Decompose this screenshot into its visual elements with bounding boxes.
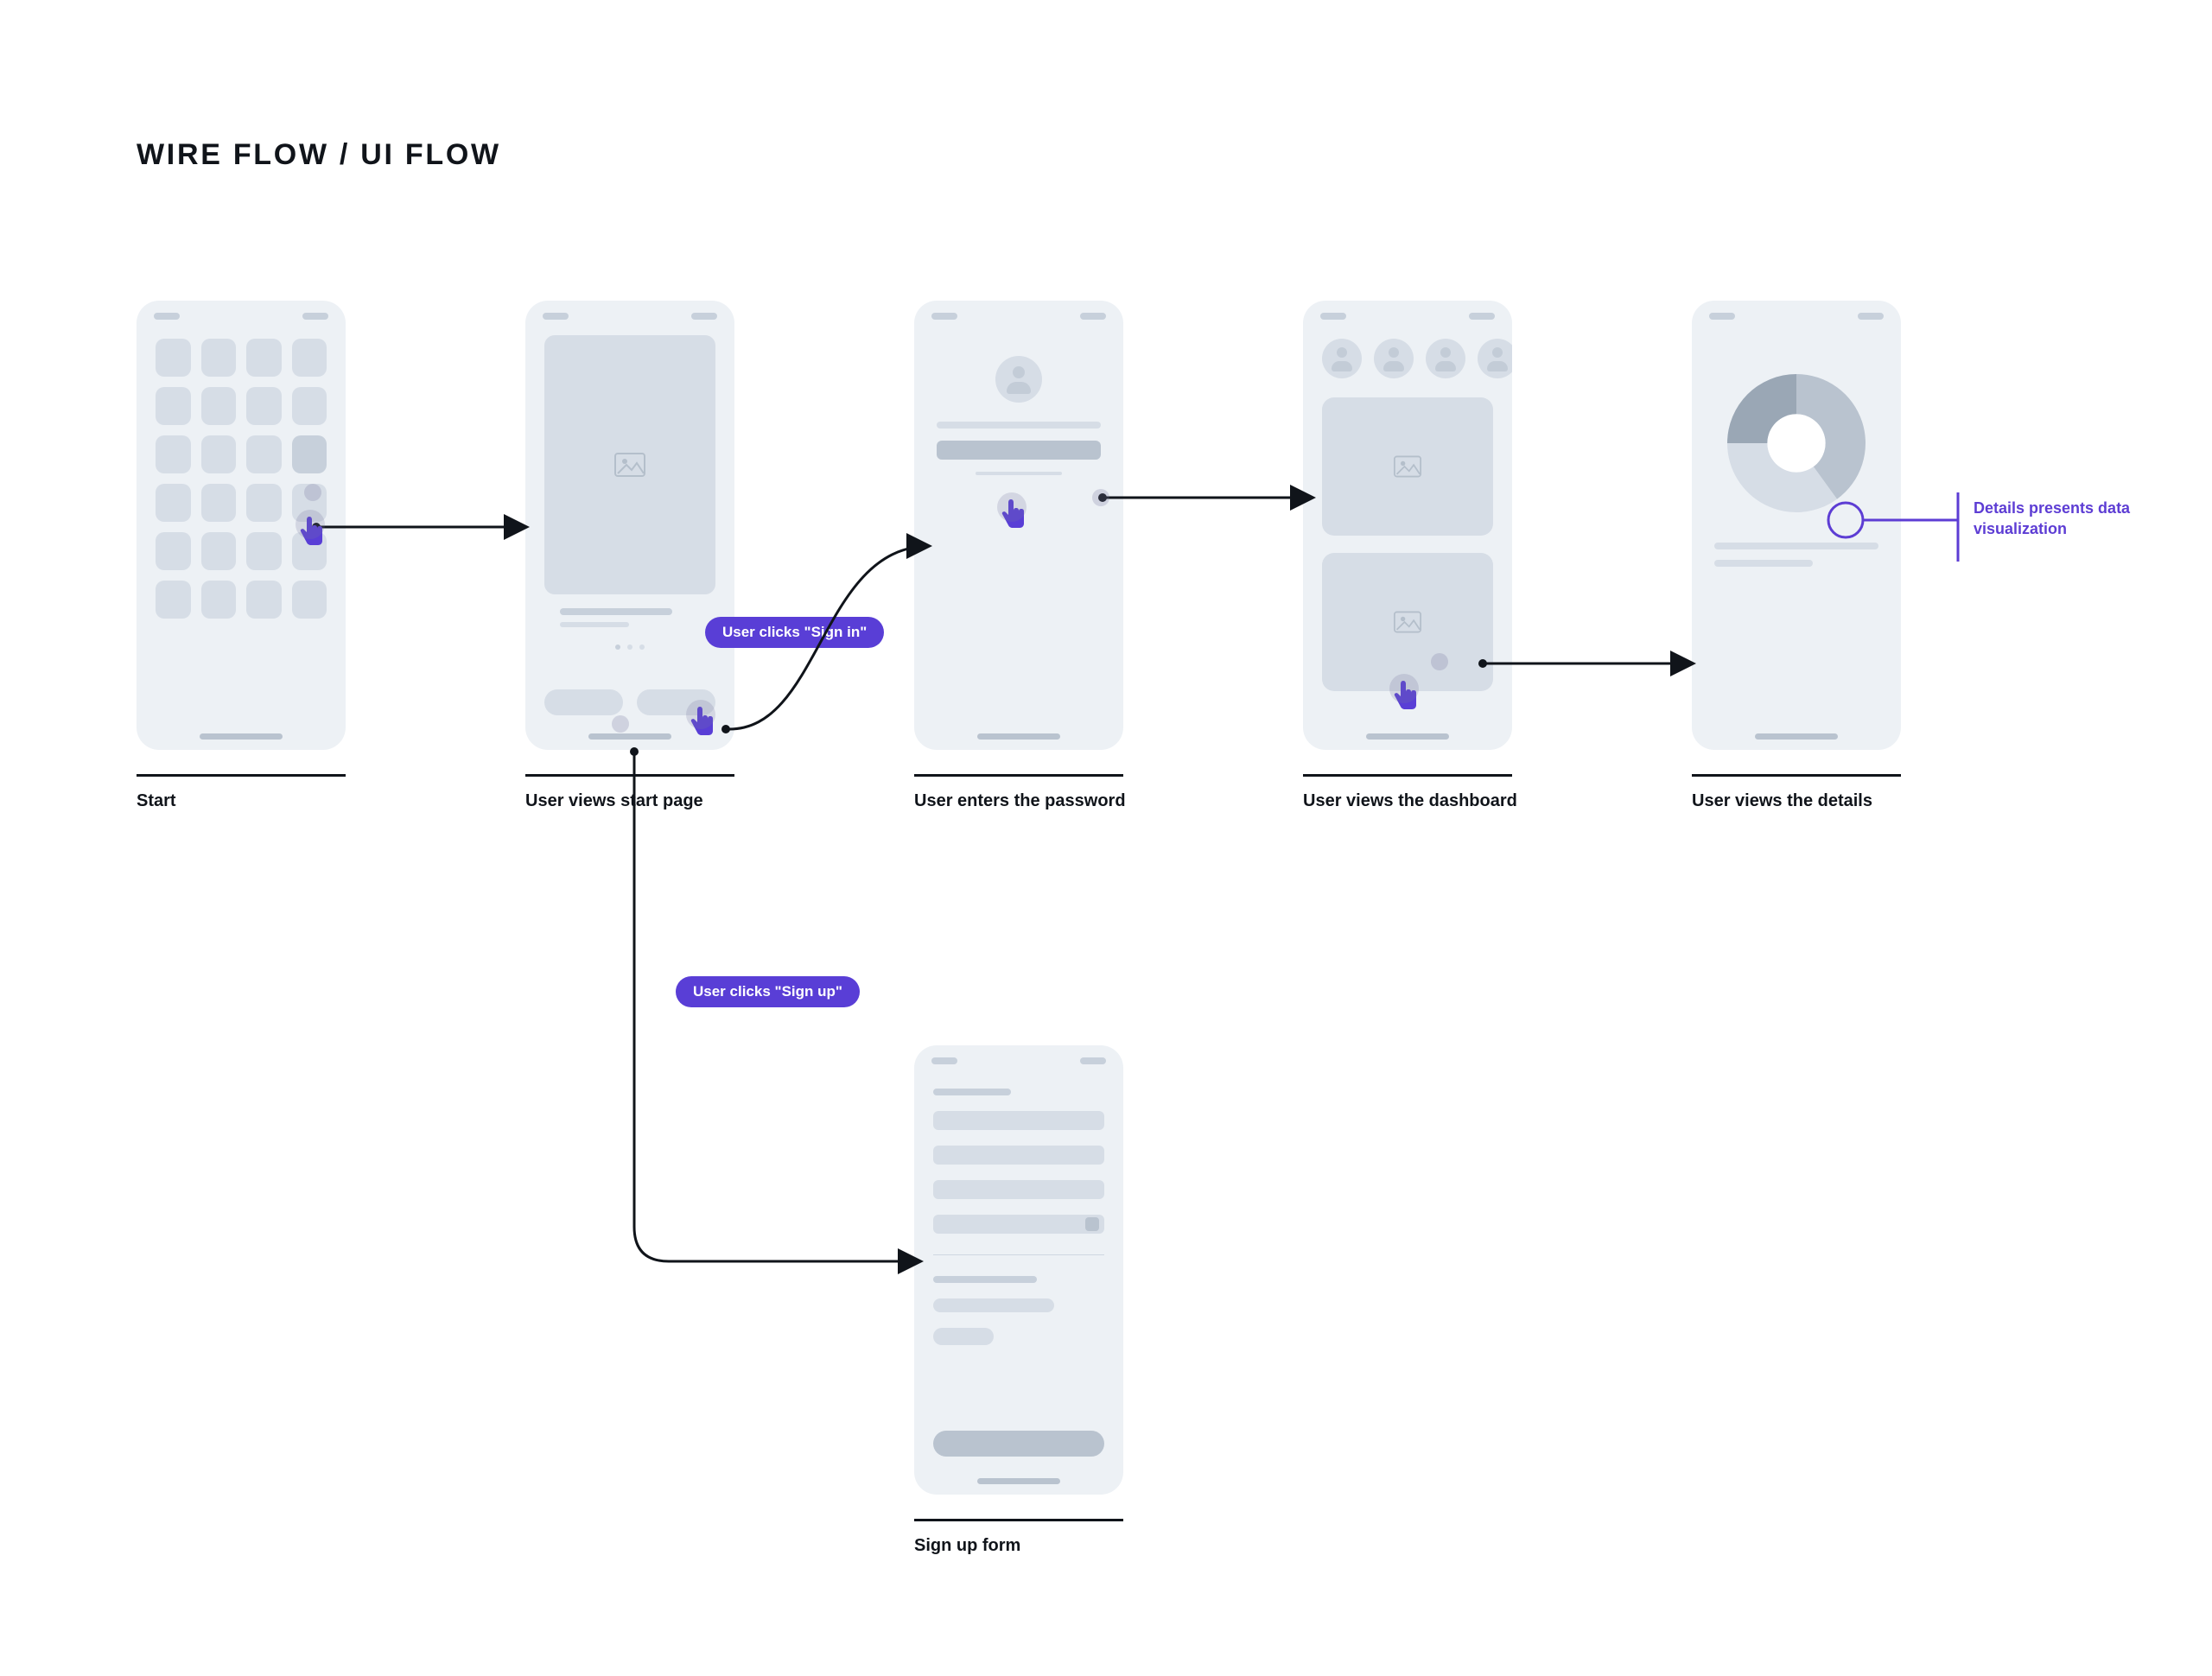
form-chip[interactable] [933,1328,994,1345]
status-bar-left-icon [154,313,180,320]
app-icon[interactable] [292,339,327,377]
app-icon[interactable] [201,484,237,522]
arrow-dashboard-to-details [1478,646,1702,681]
donut-hole [1767,414,1825,472]
app-icon[interactable] [156,435,191,473]
arrow-signup-to-form [622,743,933,1287]
tap-gesture-icon [994,494,1042,543]
hero-text-placeholder [560,608,700,627]
image-icon [1394,611,1421,633]
helper-text-placeholder [976,472,1062,475]
caption-rule [1692,774,1901,777]
annotation-text: Details presents data visualization [1974,498,2181,540]
username-field-placeholder[interactable] [937,422,1101,429]
avatar-icon[interactable] [1478,339,1512,378]
avatar-icon [995,356,1042,403]
status-bar-left-icon [1320,313,1346,320]
caption-password: User enters the password [914,790,1126,813]
home-indicator [977,1478,1060,1484]
page-indicator[interactable] [615,644,645,650]
app-icon[interactable] [156,581,191,619]
app-grid [156,339,327,619]
app-icon[interactable] [246,339,282,377]
arrow-start-to-onboarding [311,510,536,544]
app-icon[interactable] [201,581,237,619]
touch-indicator [304,484,321,501]
status-bar-left-icon [931,1057,957,1064]
dashboard-card[interactable] [1322,553,1493,691]
image-icon [614,453,645,477]
app-icon[interactable] [156,532,191,570]
tap-gesture-icon [1386,676,1434,724]
app-icon[interactable] [292,581,327,619]
form-field-with-toggle[interactable] [933,1215,1104,1234]
caption-rule [1303,774,1512,777]
app-icon[interactable] [292,387,327,425]
app-icon[interactable] [201,435,237,473]
password-field-placeholder[interactable] [937,441,1101,460]
home-indicator [588,733,671,740]
screen-signup [914,1045,1123,1495]
avatar-icon[interactable] [1374,339,1414,378]
home-indicator [1755,733,1838,740]
stories-row[interactable] [1322,339,1512,378]
page-title: WIRE FLOW / UI FLOW [137,138,501,172]
form-title-placeholder [933,1089,1011,1095]
wireflow-canvas: WIRE FLOW / UI FLOW [0,0,2212,1676]
touch-indicator [1092,489,1109,506]
app-icon[interactable] [246,484,282,522]
form-field[interactable] [933,1146,1104,1165]
divider [933,1254,1104,1255]
form-field[interactable] [933,1180,1104,1199]
app-icon[interactable] [201,339,237,377]
tap-gesture-icon [292,511,340,560]
arrow-password-to-dashboard [1097,480,1322,515]
caption-signup: Sign up form [914,1534,1020,1558]
app-icon[interactable] [246,387,282,425]
home-indicator [200,733,283,740]
form-field[interactable] [933,1111,1104,1130]
status-bar-right-icon [691,313,717,320]
status-bar-right-icon [302,313,328,320]
app-icon[interactable] [156,387,191,425]
dashboard-card[interactable] [1322,397,1493,536]
caption-start: Start [137,790,176,813]
app-icon[interactable] [246,435,282,473]
touch-indicator [612,715,629,733]
avatar-icon[interactable] [1322,339,1362,378]
app-icon[interactable] [246,532,282,570]
status-bar-right-icon [1080,313,1106,320]
touch-indicator [1431,653,1448,670]
status-bar-right-icon [1080,1057,1106,1064]
app-icon[interactable] [156,484,191,522]
caption-rule [137,774,346,777]
caption-dashboard: User views the dashboard [1303,790,1517,813]
caption-rule [914,774,1123,777]
tap-gesture-icon [683,702,731,750]
status-bar-right-icon [1469,313,1495,320]
arrow-signin-to-password [717,529,942,745]
home-indicator [1366,733,1449,740]
form-secondary-placeholder [933,1298,1054,1312]
submit-button[interactable] [933,1431,1104,1457]
avatar-icon[interactable] [1426,339,1465,378]
status-bar-right-icon [1858,313,1884,320]
status-bar-left-icon [1709,313,1735,320]
image-icon [1394,455,1421,478]
app-icon[interactable] [246,581,282,619]
caption-details: User views the details [1692,790,1872,813]
form-section-label [933,1276,1037,1283]
app-icon-target[interactable] [292,435,327,473]
status-bar-left-icon [543,313,569,320]
app-icon[interactable] [156,339,191,377]
app-icon[interactable] [201,387,237,425]
sign-up-button[interactable] [544,689,623,715]
home-indicator [977,733,1060,740]
status-bar-left-icon [931,313,957,320]
screen-onboarding [525,301,734,750]
app-icon[interactable] [201,532,237,570]
annotation-callout [1828,475,1975,570]
hero-image-placeholder [544,335,715,594]
caption-rule [914,1519,1123,1521]
